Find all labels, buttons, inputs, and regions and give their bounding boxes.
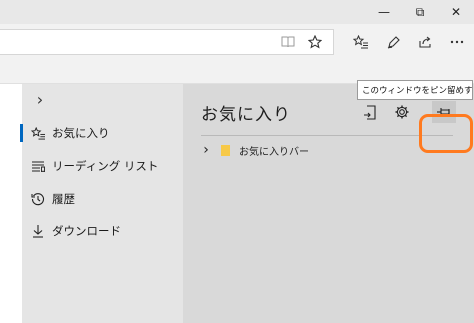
- gear-icon: [395, 105, 409, 119]
- nav-item-reading-list[interactable]: リーディング リスト: [22, 154, 183, 178]
- nav-item-label: リーディング リスト: [52, 159, 159, 173]
- reading-view-icon[interactable]: [280, 34, 296, 50]
- download-icon: [30, 224, 46, 238]
- nav-item-label: 履歴: [52, 192, 75, 206]
- nav-item-downloads[interactable]: ダウンロード: [22, 219, 183, 243]
- annotation-highlight: [419, 114, 473, 153]
- nav-item-label: お気に入り: [52, 126, 110, 140]
- close-icon: ✕: [450, 5, 462, 19]
- import-icon: [364, 105, 376, 120]
- nav-item-history[interactable]: 履歴: [22, 187, 183, 211]
- share-icon[interactable]: [416, 33, 434, 51]
- hub-navigation: › お気に入り リーディング リスト 履歴 ダウンロード: [20, 84, 183, 323]
- minimize-button[interactable]: —: [366, 0, 402, 24]
- favorites-star-icon: [30, 126, 46, 140]
- folder-icon: [221, 144, 230, 156]
- tree-item-label: お気に入りバー: [239, 146, 309, 158]
- history-icon: [30, 192, 46, 206]
- chevron-right-icon: ›: [36, 89, 44, 109]
- maximize-button[interactable]: ⧉: [402, 0, 438, 24]
- settings-button[interactable]: [392, 102, 412, 122]
- panel-divider: [201, 135, 453, 136]
- import-favorites-button[interactable]: [360, 102, 380, 122]
- pin-tooltip: このウィンドウをピン留めする: [357, 80, 473, 100]
- hub-icon[interactable]: [352, 33, 370, 51]
- close-button[interactable]: ✕: [438, 0, 474, 24]
- nav-item-label: ダウンロード: [52, 224, 121, 238]
- minimize-icon: —: [378, 5, 390, 19]
- restore-icon: ⧉: [415, 4, 425, 19]
- reading-list-icon: [30, 160, 46, 172]
- title-bar: — ⧉ ✕: [0, 0, 474, 24]
- favorite-star-icon[interactable]: [306, 33, 324, 51]
- page-content: [0, 84, 22, 323]
- tree-item-favorites-bar[interactable]: › お気に入りバー: [199, 142, 309, 158]
- more-icon[interactable]: [448, 33, 466, 51]
- nav-item-favorites[interactable]: お気に入り: [20, 121, 183, 145]
- web-note-icon[interactable]: [384, 33, 402, 51]
- expand-chevron-icon[interactable]: ›: [199, 142, 213, 158]
- panel-title: お気に入り: [201, 105, 291, 125]
- collapse-hub-button[interactable]: ›: [32, 89, 48, 109]
